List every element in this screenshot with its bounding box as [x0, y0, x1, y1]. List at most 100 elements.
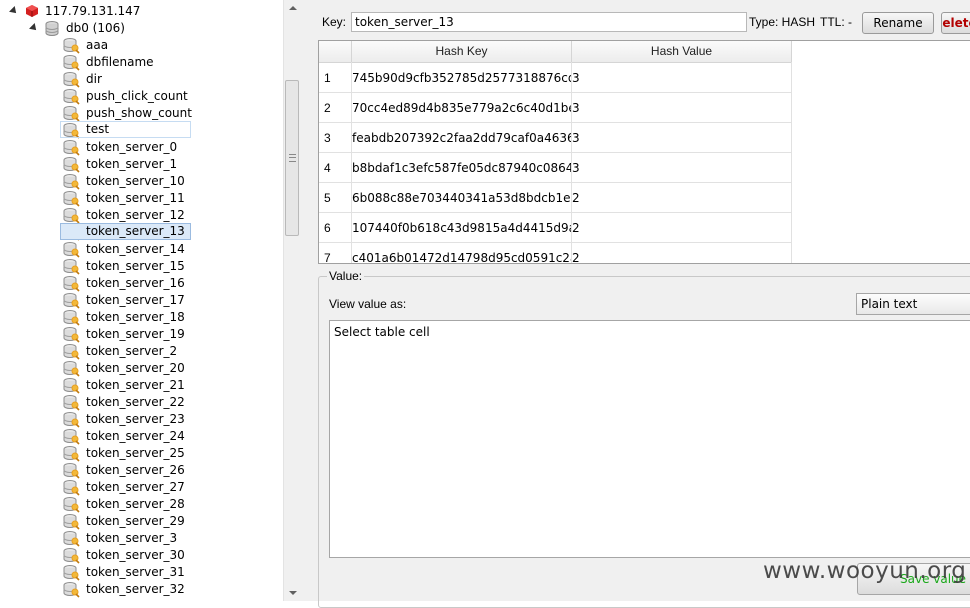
tree-key-item[interactable]: token_server_2 — [0, 343, 283, 360]
tree-key-item[interactable]: token_server_13 — [0, 223, 283, 241]
tree-key-item[interactable]: token_server_26 — [0, 462, 283, 479]
table-row[interactable]: 4 b8bdaf1c3efc587fe05dc87940c08641 3 — [319, 153, 792, 183]
tree-key-item[interactable]: token_server_11 — [0, 190, 283, 207]
key-icon — [63, 514, 80, 530]
arrow-down-icon — [289, 591, 297, 595]
key-icon — [63, 344, 80, 360]
table-row[interactable]: 6 107440f0b618c43d9815a4d4415d9a11 2 — [319, 213, 792, 243]
tree-key-item[interactable]: token_server_3 — [0, 530, 283, 547]
key-icon — [63, 157, 80, 173]
key-tree-panel: 117.79.131.147 db0 (106) aaa dbfilename di… — [0, 0, 302, 601]
hash-key-cell[interactable]: feabdb207392c2faa2dd79caf0a46367 — [352, 131, 571, 145]
tree-key-item[interactable]: token_server_1 — [0, 156, 283, 173]
hash-table[interactable]: Hash Key Hash Value 1 745b90d9cfb352785d2… — [318, 40, 970, 264]
tree-key-item[interactable]: dir — [0, 71, 283, 88]
hash-key-cell[interactable]: b8bdaf1c3efc587fe05dc87940c08641 — [352, 161, 571, 175]
tree-key-item[interactable]: token_server_30 — [0, 547, 283, 564]
tree-key-item[interactable]: token_server_27 — [0, 479, 283, 496]
tree-key-label: token_server_15 — [86, 259, 185, 273]
key-tree: 117.79.131.147 db0 (106) aaa dbfilename di… — [0, 0, 283, 601]
tree-key-item[interactable]: token_server_29 — [0, 513, 283, 530]
table-row[interactable]: 3 feabdb207392c2faa2dd79caf0a46367 3 — [319, 123, 792, 153]
hash-value-cell[interactable]: 3 — [572, 71, 790, 85]
value-editor[interactable]: Select table cell — [329, 320, 970, 558]
hash-key-cell[interactable]: 6b088c88e703440341a53d8bdcb1ecc9 — [352, 191, 571, 205]
hash-value-cell[interactable]: 2 — [572, 191, 790, 205]
tree-key-item[interactable]: push_click_count — [0, 88, 283, 105]
tree-key-item[interactable]: dbfilename — [0, 54, 283, 71]
scroll-down-button[interactable] — [284, 584, 301, 601]
tree-key-item[interactable]: token_server_12 — [0, 207, 283, 224]
scroll-up-button[interactable] — [284, 0, 301, 17]
tree-key-label: dbfilename — [86, 55, 154, 69]
table-row[interactable]: 1 745b90d9cfb352785d2577318876cd2a 3 — [319, 63, 792, 93]
hash-value-cell[interactable]: 3 — [572, 161, 790, 175]
panel-splitter[interactable] — [301, 0, 317, 601]
key-icon — [63, 174, 80, 190]
key-icon — [63, 140, 80, 156]
tree-database-row[interactable]: db0 (106) — [0, 20, 283, 37]
column-header-hash-key[interactable]: Hash Key — [352, 41, 572, 62]
table-row[interactable]: 5 6b088c88e703440341a53d8bdcb1ecc9 2 — [319, 183, 792, 213]
tree-key-item[interactable]: token_server_17 — [0, 292, 283, 309]
tree-key-item[interactable]: aaa — [0, 37, 283, 54]
column-header-hash-value[interactable]: Hash Value — [572, 41, 792, 62]
hash-key-cell[interactable]: c401a6b01472d14798d95cd0591c2ae2 — [352, 251, 571, 263]
column-divider — [571, 62, 572, 263]
view-mode-select[interactable]: Plain text — [856, 293, 970, 315]
key-detail-panel: Key: token_server_13 Type: HASH TTL: - R… — [317, 0, 970, 608]
tree-key-item[interactable]: token_server_18 — [0, 309, 283, 326]
tree-key-item[interactable]: token_server_0 — [0, 139, 283, 156]
key-icon — [63, 548, 80, 564]
hash-key-cell[interactable]: 107440f0b618c43d9815a4d4415d9a11 — [352, 221, 571, 235]
tree-key-item[interactable]: token_server_15 — [0, 258, 283, 275]
tree-key-item[interactable]: token_server_25 — [0, 445, 283, 462]
tree-key-label: test — [60, 121, 191, 138]
tree-key-label: token_server_3 — [86, 531, 178, 545]
tree-key-item[interactable]: token_server_10 — [0, 173, 283, 190]
delete-button[interactable]: Delete — [941, 12, 970, 34]
tree-key-item[interactable]: token_server_22 — [0, 394, 283, 411]
collapse-arrow-icon[interactable] — [29, 23, 39, 33]
key-icon — [63, 259, 80, 275]
scrollbar-thumb[interactable] — [285, 80, 299, 236]
tree-key-label: dir — [86, 72, 102, 86]
hash-value-cell[interactable]: 2 — [572, 221, 790, 235]
tree-server-row[interactable]: 117.79.131.147 — [0, 3, 283, 20]
tree-key-item[interactable]: token_server_24 — [0, 428, 283, 445]
tree-key-item[interactable]: test — [0, 121, 283, 139]
tree-key-item[interactable]: token_server_19 — [0, 326, 283, 343]
hash-value-cell[interactable]: 3 — [572, 101, 790, 115]
key-icon — [63, 55, 80, 71]
key-icon — [63, 480, 80, 496]
tree-key-item[interactable]: token_server_14 — [0, 241, 283, 258]
key-icon — [63, 106, 80, 122]
key-icon — [63, 361, 80, 377]
hash-value-cell[interactable]: 3 — [572, 131, 790, 145]
tree-key-item[interactable]: token_server_21 — [0, 377, 283, 394]
arrow-up-icon — [289, 6, 297, 10]
key-name-field[interactable]: token_server_13 — [351, 12, 747, 32]
tree-key-item[interactable]: token_server_16 — [0, 275, 283, 292]
tree-key-label: token_server_31 — [86, 565, 185, 579]
tree-key-label: token_server_22 — [86, 395, 185, 409]
hash-value-cell[interactable]: 2 — [572, 251, 790, 263]
tree-scrollbar[interactable] — [283, 0, 301, 601]
key-icon — [63, 446, 80, 462]
hash-key-cell[interactable]: 745b90d9cfb352785d2577318876cd2a — [352, 71, 571, 85]
collapse-arrow-icon[interactable] — [9, 6, 19, 16]
rename-button[interactable]: Rename — [862, 12, 934, 34]
table-row[interactable]: 2 70cc4ed89d4b835e779a2c6c40d1beb7 3 — [319, 93, 792, 123]
table-row[interactable]: 7 c401a6b01472d14798d95cd0591c2ae2 2 — [319, 243, 792, 263]
tree-key-label: token_server_30 — [86, 548, 185, 562]
tree-key-item[interactable]: token_server_20 — [0, 360, 283, 377]
key-icon — [63, 582, 80, 598]
tree-key-item[interactable]: token_server_23 — [0, 411, 283, 428]
tree-key-item[interactable]: push_show_count — [0, 105, 283, 122]
database-icon — [45, 21, 59, 36]
tree-key-label: token_server_20 — [86, 361, 185, 375]
tree-key-item[interactable]: token_server_31 — [0, 564, 283, 581]
tree-key-item[interactable]: token_server_28 — [0, 496, 283, 513]
hash-key-cell[interactable]: 70cc4ed89d4b835e779a2c6c40d1beb7 — [352, 101, 571, 115]
tree-key-item[interactable]: token_server_32 — [0, 581, 283, 598]
